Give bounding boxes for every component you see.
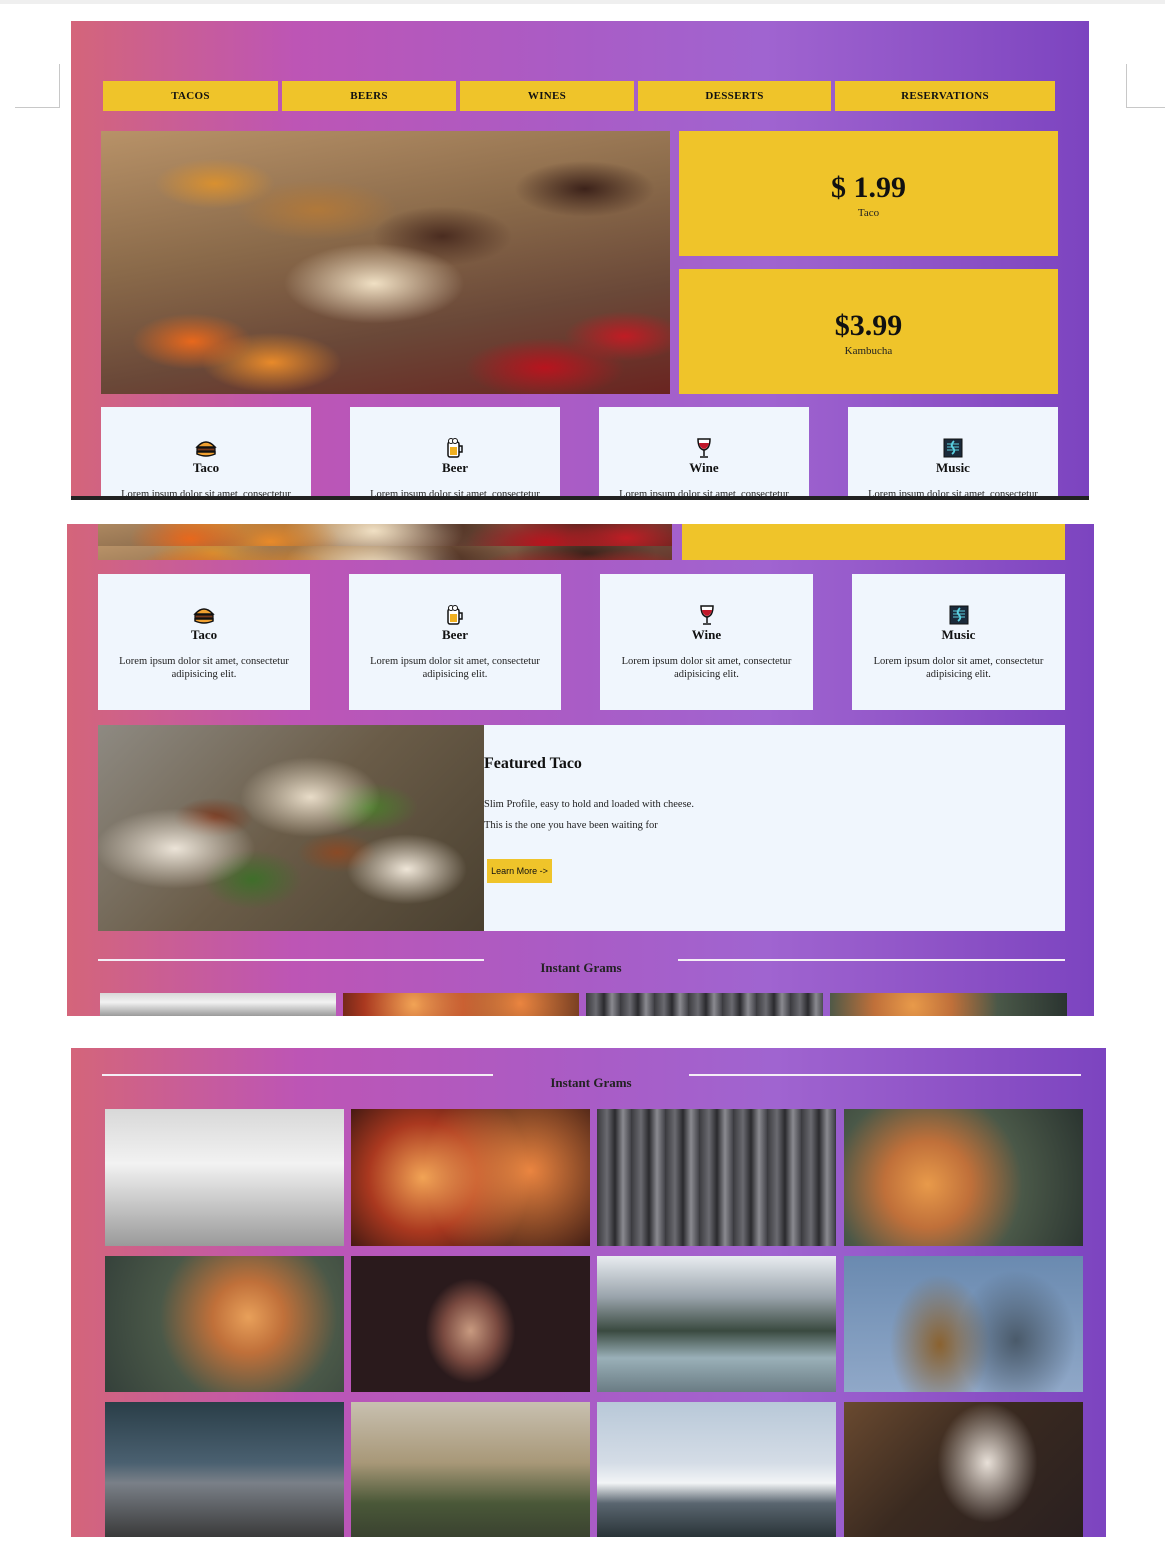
grams-divider-left — [98, 959, 484, 961]
card-description-line1: Lorem ipsum dolor sit amet, consectetur — [370, 656, 540, 667]
gram-photo-smiling-woman[interactable] — [351, 1256, 590, 1392]
feature-card-wine: Wine Lorem ipsum dolor sit amet, consect… — [599, 407, 809, 500]
feature-card-music: Music Lorem ipsum dolor sit amet, consec… — [848, 407, 1058, 500]
music-icon — [943, 438, 963, 458]
card-title: Music — [941, 627, 976, 642]
card-description-line1: Lorem ipsum dolor sit amet, consectetur — [621, 656, 792, 667]
beer-mug-icon — [447, 438, 463, 458]
feature-card-taco: Taco Lorem ipsum dolor sit amet, consect… — [98, 574, 310, 710]
screenshot-top: TACOS BEERS WINES DESSERTS RESERVATIONS … — [71, 21, 1089, 500]
feature-card-beer: Beer Lorem ipsum dolor sit amet, consect… — [350, 407, 560, 500]
gram-photo-flowers — [830, 993, 1067, 1016]
music-icon — [949, 605, 968, 625]
grams-title: Instant Grams — [540, 960, 622, 975]
price-box-taco: $ 1.99 Taco — [679, 131, 1058, 256]
price-label: Kambucha — [844, 345, 893, 357]
gram-photo-fireworks — [343, 993, 579, 1016]
featured-line1: Slim Profile, easy to hold and loaded wi… — [484, 799, 694, 810]
feature-card-beer: Beer Lorem ipsum dolor sit amet, consect… — [349, 574, 561, 710]
card-description-line1: Lorem ipsum dolor sit amet, consectetur — [119, 656, 289, 667]
screenshot-bottom-edge — [71, 496, 1089, 500]
gram-photo-fireworks[interactable] — [351, 1109, 590, 1246]
grams-divider-left — [102, 1074, 493, 1076]
beer-mug-icon — [447, 605, 463, 625]
card-title: Beer — [442, 627, 468, 642]
card-title: Taco — [192, 460, 220, 475]
featured-title: Featured Taco — [484, 755, 582, 772]
hero-dessert-image-partial — [98, 524, 672, 560]
featured-panel: Featured Taco Slim Profile, easy to hold… — [484, 725, 1065, 931]
main-nav: TACOS BEERS WINES DESSERTS RESERVATIONS — [103, 81, 1055, 111]
card-title: Wine — [691, 627, 722, 642]
grams-divider-right — [678, 959, 1065, 961]
burger-icon — [193, 608, 215, 624]
learn-more-button[interactable]: Learn More -> — [487, 859, 552, 883]
card-title: Taco — [190, 627, 218, 642]
card-title: Wine — [689, 460, 719, 475]
nav-beers[interactable]: BEERS — [282, 81, 456, 111]
screenshot-bottom: Instant Grams — [71, 1048, 1106, 1537]
gram-photo-flowers-2[interactable] — [105, 1256, 344, 1392]
card-description-line2: adipisicing elit. — [926, 669, 991, 680]
feature-card-taco: Taco Lorem ipsum dolor sit amet, consect… — [101, 407, 311, 500]
card-description-line1: Lorem ipsum dolor sit amet, consectetur — [873, 656, 1044, 667]
page-corner-mark-left — [15, 64, 60, 108]
gram-photo-bride — [100, 993, 336, 1016]
gram-photo-mountain-lake[interactable] — [597, 1256, 836, 1392]
feature-card-music: Music Lorem ipsum dolor sit amet, consec… — [852, 574, 1065, 710]
gram-photo-city — [586, 993, 823, 1016]
gram-photo-cafe-reader[interactable] — [844, 1402, 1083, 1537]
nav-tacos[interactable]: TACOS — [103, 81, 278, 111]
grams-title: Instant Grams — [550, 1075, 632, 1090]
screenshot-middle: Taco Lorem ipsum dolor sit amet, consect… — [67, 524, 1094, 1016]
gram-photo-rock-formation[interactable] — [105, 1402, 344, 1537]
gram-photo-town[interactable] — [351, 1402, 590, 1537]
featured-line2: This is the one you have been waiting fo… — [484, 820, 658, 831]
wine-glass-icon — [697, 438, 711, 458]
page-corner-mark-right — [1126, 64, 1165, 108]
card-description-line2: adipisicing elit. — [171, 669, 237, 680]
top-divider — [0, 0, 1165, 4]
hero-dessert-image — [101, 131, 670, 394]
burger-icon — [195, 441, 217, 457]
card-title: Beer — [442, 460, 468, 475]
gram-photo-snowy-peaks[interactable] — [597, 1402, 836, 1537]
feature-card-wine: Wine Lorem ipsum dolor sit amet, consect… — [600, 574, 813, 710]
price-label: Taco — [857, 207, 880, 219]
price-box-partial — [682, 524, 1065, 560]
price-value: $ 1.99 — [831, 171, 906, 204]
gram-photo-bride[interactable] — [105, 1109, 344, 1246]
gram-photo-flowers[interactable] — [844, 1109, 1083, 1246]
nav-reservations[interactable]: RESERVATIONS — [835, 81, 1055, 111]
gram-photo-couple[interactable] — [844, 1256, 1083, 1392]
gram-photo-city[interactable] — [597, 1109, 836, 1246]
featured-taco-image — [98, 725, 484, 931]
nav-desserts[interactable]: DESSERTS — [638, 81, 831, 111]
grams-divider-right — [689, 1074, 1081, 1076]
price-box-kambucha: $3.99 Kambucha — [679, 269, 1058, 394]
nav-wines[interactable]: WINES — [460, 81, 634, 111]
card-description-line2: adipisicing elit. — [422, 669, 488, 680]
wine-glass-icon — [699, 605, 714, 625]
card-description-line2: adipisicing elit. — [674, 669, 739, 680]
price-value: $3.99 — [834, 309, 903, 342]
card-title: Music — [936, 460, 970, 475]
